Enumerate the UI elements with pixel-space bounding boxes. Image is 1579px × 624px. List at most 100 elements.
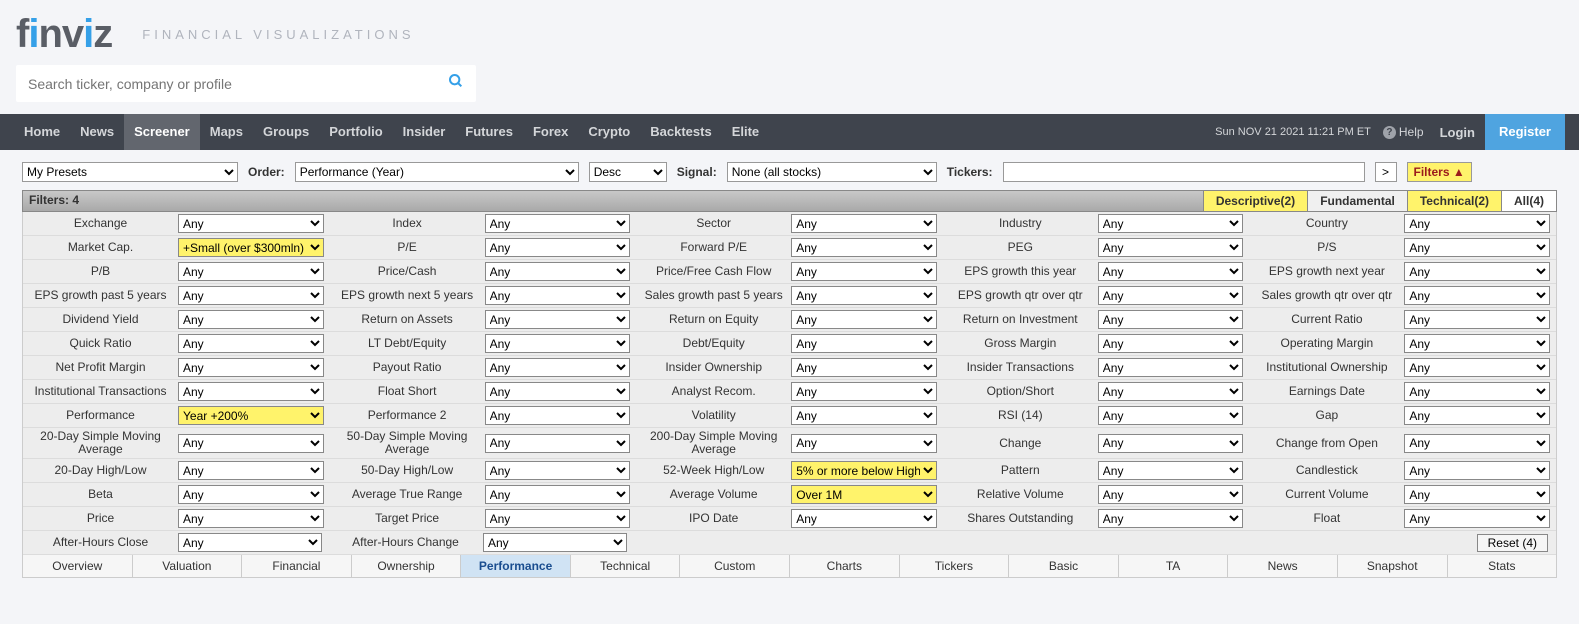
filter-tab-technical2[interactable]: Technical(2): [1407, 191, 1501, 211]
filter-select-20-day-high-low[interactable]: Any: [178, 461, 324, 480]
nav-item-futures[interactable]: Futures: [455, 114, 523, 150]
search-bar[interactable]: [16, 65, 476, 102]
filter-select-float-short[interactable]: Any: [485, 382, 631, 401]
filter-select-p-b[interactable]: Any: [178, 262, 324, 281]
filter-tab-all4[interactable]: All(4): [1501, 191, 1556, 211]
filter-select-50-day-simple-moving-average[interactable]: Any: [485, 434, 631, 453]
filter-select-forward-p-e[interactable]: Any: [791, 238, 937, 257]
filter-select-current-ratio[interactable]: Any: [1404, 310, 1550, 329]
filter-select-return-on-investment[interactable]: Any: [1098, 310, 1244, 329]
filter-select-insider-transactions[interactable]: Any: [1098, 358, 1244, 377]
go-button[interactable]: >: [1375, 162, 1397, 182]
filter-select-sales-growth-qtr-over-qtr[interactable]: Any: [1404, 286, 1550, 305]
filter-select-rsi--14-[interactable]: Any: [1098, 406, 1244, 425]
filter-select-earnings-date[interactable]: Any: [1404, 382, 1550, 401]
nav-item-backtests[interactable]: Backtests: [640, 114, 721, 150]
filter-select-50-day-high-low[interactable]: Any: [485, 461, 631, 480]
filter-select-change-from-open[interactable]: Any: [1404, 434, 1550, 453]
filter-select-candlestick[interactable]: Any: [1404, 461, 1550, 480]
filter-select-eps-growth-next-5-years[interactable]: Any: [485, 286, 631, 305]
nav-item-home[interactable]: Home: [14, 114, 70, 150]
view-tab-ownership[interactable]: Ownership: [352, 555, 462, 577]
order-select[interactable]: Performance (Year): [295, 162, 579, 182]
nav-item-news[interactable]: News: [70, 114, 124, 150]
filter-select-peg[interactable]: Any: [1098, 238, 1244, 257]
view-tab-snapshot[interactable]: Snapshot: [1338, 555, 1448, 577]
filter-select-volatility[interactable]: Any: [791, 406, 937, 425]
nav-item-elite[interactable]: Elite: [722, 114, 769, 150]
view-tab-valuation[interactable]: Valuation: [133, 555, 243, 577]
filter-tab-descriptive2[interactable]: Descriptive(2): [1203, 191, 1307, 211]
filter-select-shares-outstanding[interactable]: Any: [1098, 509, 1244, 528]
filter-select-beta[interactable]: Any: [178, 485, 324, 504]
nav-item-crypto[interactable]: Crypto: [578, 114, 640, 150]
filter-select-52-week-high-low[interactable]: 5% or more below High: [791, 461, 937, 480]
filter-select-performance[interactable]: Year +200%: [178, 406, 324, 425]
filter-select-average-true-range[interactable]: Any: [485, 485, 631, 504]
nav-item-portfolio[interactable]: Portfolio: [319, 114, 392, 150]
filter-select-relative-volume[interactable]: Any: [1098, 485, 1244, 504]
filters-toggle-button[interactable]: Filters ▲: [1407, 162, 1472, 182]
view-tab-custom[interactable]: Custom: [680, 555, 790, 577]
filter-select-operating-margin[interactable]: Any: [1404, 334, 1550, 353]
help-link[interactable]: ? Help: [1383, 125, 1424, 139]
filter-select-float[interactable]: Any: [1404, 509, 1550, 528]
register-button[interactable]: Register: [1485, 114, 1565, 150]
view-tab-performance[interactable]: Performance: [461, 555, 571, 577]
filter-select-current-volume[interactable]: Any: [1404, 485, 1550, 504]
filter-select-institutional-transactions[interactable]: Any: [178, 382, 324, 401]
filter-select-market-cap-[interactable]: +Small (over $300mln): [178, 238, 324, 257]
nav-item-insider[interactable]: Insider: [393, 114, 456, 150]
view-tab-ta[interactable]: TA: [1119, 555, 1229, 577]
filter-select-p-s[interactable]: Any: [1404, 238, 1550, 257]
filter-select-institutional-ownership[interactable]: Any: [1404, 358, 1550, 377]
filter-select-return-on-assets[interactable]: Any: [485, 310, 631, 329]
filter-select-pattern[interactable]: Any: [1098, 461, 1244, 480]
logo[interactable]: finviz: [16, 12, 112, 57]
filter-select-20-day-simple-moving-average[interactable]: Any: [178, 434, 324, 453]
filter-select-gap[interactable]: Any: [1404, 406, 1550, 425]
nav-item-screener[interactable]: Screener: [124, 114, 200, 150]
filter-select-net-profit-margin[interactable]: Any: [178, 358, 324, 377]
reset-button[interactable]: Reset (4): [1477, 534, 1548, 552]
view-tab-basic[interactable]: Basic: [1009, 555, 1119, 577]
filter-select-eps-growth-this-year[interactable]: Any: [1098, 262, 1244, 281]
view-tab-tickers[interactable]: Tickers: [900, 555, 1010, 577]
search-input[interactable]: [28, 76, 448, 92]
signal-select[interactable]: None (all stocks): [727, 162, 937, 182]
filter-select-country[interactable]: Any: [1404, 214, 1550, 233]
view-tab-charts[interactable]: Charts: [790, 555, 900, 577]
nav-item-groups[interactable]: Groups: [253, 114, 319, 150]
direction-select[interactable]: Desc: [589, 162, 667, 182]
search-icon[interactable]: [448, 73, 464, 94]
nav-item-forex[interactable]: Forex: [523, 114, 578, 150]
view-tab-financial[interactable]: Financial: [242, 555, 352, 577]
filter-select-insider-ownership[interactable]: Any: [791, 358, 937, 377]
filter-select-eps-growth-next-year[interactable]: Any: [1404, 262, 1550, 281]
filter-select-change[interactable]: Any: [1098, 434, 1244, 453]
filter-select-exchange[interactable]: Any: [178, 214, 324, 233]
filter-select-200-day-simple-moving-average[interactable]: Any: [791, 434, 937, 453]
filter-select-sector[interactable]: Any: [791, 214, 937, 233]
filter-select-gross-margin[interactable]: Any: [1098, 334, 1244, 353]
nav-item-maps[interactable]: Maps: [200, 114, 253, 150]
filter-select-debt-equity[interactable]: Any: [791, 334, 937, 353]
view-tab-overview[interactable]: Overview: [23, 555, 133, 577]
filter-select-dividend-yield[interactable]: Any: [178, 310, 324, 329]
filter-select-quick-ratio[interactable]: Any: [178, 334, 324, 353]
filter-tab-fundamental[interactable]: Fundamental: [1307, 191, 1407, 211]
filter-select-after-hours-change[interactable]: Any: [483, 533, 627, 552]
filter-select-price-cash[interactable]: Any: [485, 262, 631, 281]
filter-select-analyst-recom-[interactable]: Any: [791, 382, 937, 401]
login-link[interactable]: Login: [1430, 125, 1485, 140]
filter-select-price-free-cash-flow[interactable]: Any: [791, 262, 937, 281]
filter-select-lt-debt-equity[interactable]: Any: [485, 334, 631, 353]
filter-select-target-price[interactable]: Any: [485, 509, 631, 528]
filter-select-sales-growth-past-5-years[interactable]: Any: [791, 286, 937, 305]
filter-select-industry[interactable]: Any: [1098, 214, 1244, 233]
filter-select-index[interactable]: Any: [485, 214, 631, 233]
filter-select-eps-growth-qtr-over-qtr[interactable]: Any: [1098, 286, 1244, 305]
presets-select[interactable]: My Presets: [22, 162, 238, 182]
filter-select-return-on-equity[interactable]: Any: [791, 310, 937, 329]
filter-select-payout-ratio[interactable]: Any: [485, 358, 631, 377]
